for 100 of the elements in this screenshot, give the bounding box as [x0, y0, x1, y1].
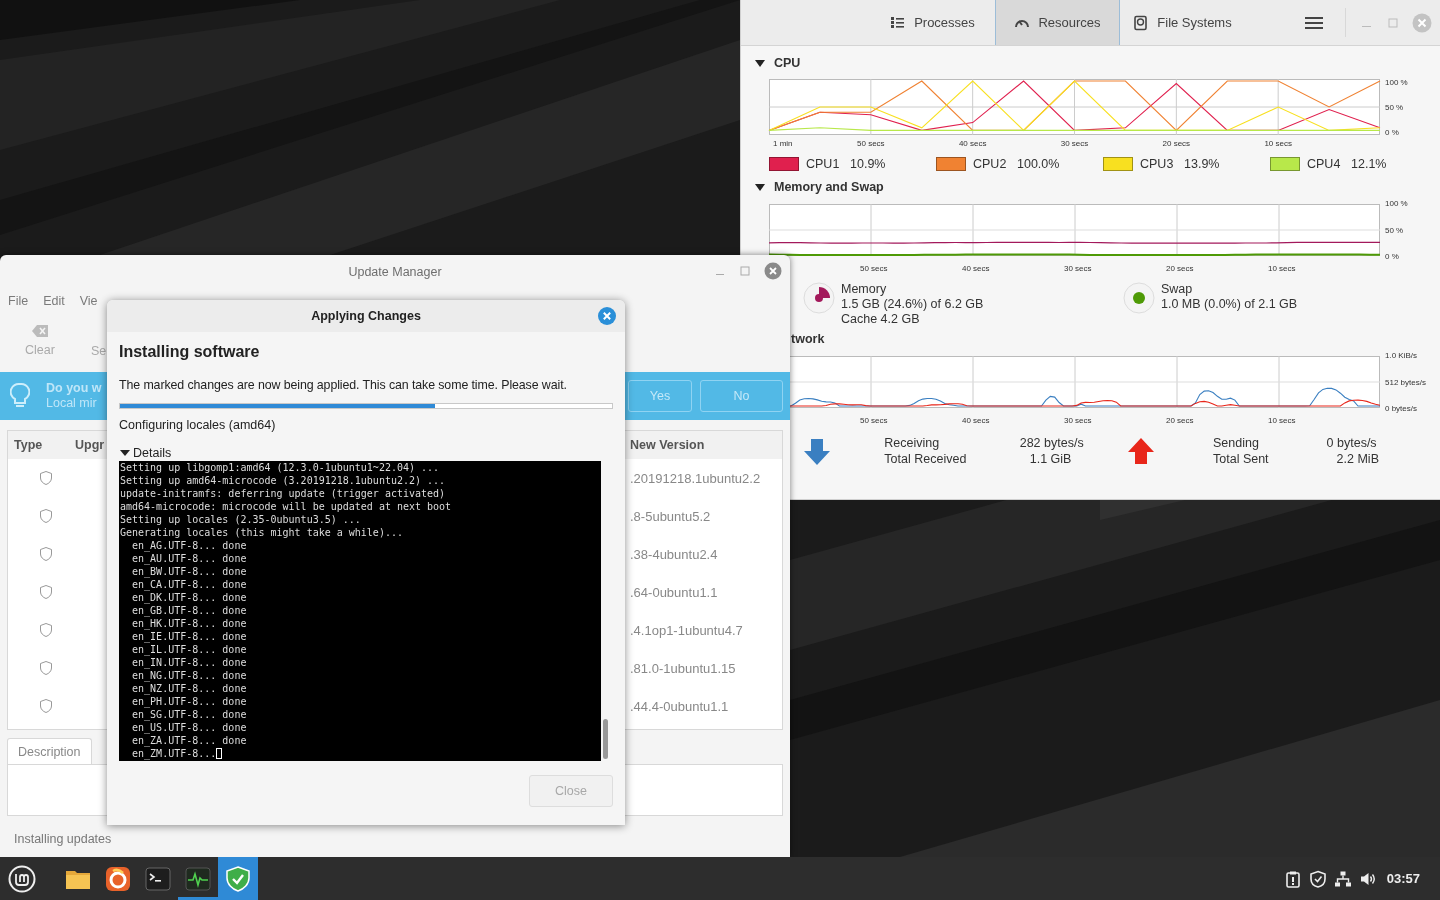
network-icon[interactable] — [1333, 869, 1352, 888]
axis-label: 20 secs — [1162, 139, 1191, 148]
dialog-message: The marked changes are now being applied. This can take some time. Please wait. — [119, 378, 568, 392]
menu-item[interactable]: Vie — [79, 294, 98, 308]
expander-icon — [119, 447, 131, 458]
column-header[interactable]: Upgr — [75, 438, 105, 452]
network-value: 0 bytes/s — [1326, 435, 1378, 451]
axis-label: 0 bytes/s — [1385, 404, 1418, 413]
network-label: Total Received — [884, 451, 968, 467]
menu-item[interactable]: Edit — [43, 294, 65, 308]
progress-status: Configuring locales (amd64) — [119, 418, 277, 432]
version-cell: .81.0-1ubuntu1.15 — [630, 660, 736, 676]
axis-label: 50 % — [1385, 103, 1404, 112]
axis-label: 30 secs — [1064, 264, 1092, 273]
color-swatch[interactable] — [769, 157, 799, 171]
clipboard-icon[interactable] — [1283, 869, 1302, 888]
axis-label: 40 secs — [962, 416, 990, 425]
color-swatch[interactable] — [936, 157, 966, 171]
dialog-heading: Installing software — [119, 343, 261, 362]
menu-icon — [1305, 15, 1323, 30]
info-subtitle: Local mir — [46, 396, 98, 411]
shield-icon — [40, 547, 52, 561]
shield-icon — [40, 471, 52, 485]
column-header[interactable]: New Version — [630, 438, 705, 452]
section-title: CPU — [774, 56, 801, 70]
resource-name: Memory — [841, 282, 888, 297]
axis-label: 10 secs — [1268, 264, 1296, 273]
version-cell: .8-5ubuntu5.2 — [630, 508, 711, 524]
axis-label: 50 secs — [860, 264, 888, 273]
cpu-name: CPU1 — [806, 157, 841, 171]
tab[interactable]: Description — [7, 738, 92, 764]
menu-item[interactable]: File — [8, 294, 29, 308]
cpu-usage: 12.1% — [1351, 157, 1387, 171]
expander-icon[interactable] — [755, 182, 765, 192]
details-expander[interactable]: Details — [119, 445, 172, 460]
network-value: 1.1 GiB — [1028, 451, 1073, 467]
cpu-name: CPU3 — [1140, 157, 1175, 171]
lightbulb-icon — [10, 382, 30, 410]
version-cell: .44.4-0ubuntu1.1 — [630, 698, 729, 714]
network-value: 2.2 MiB — [1335, 451, 1380, 467]
axis-label: 512 bytes/s — [1385, 377, 1426, 387]
axis-label: 20 secs — [1166, 264, 1194, 273]
version-cell: .4.1op1-1ubuntu4.7 — [630, 622, 743, 638]
shield-icon — [224, 864, 252, 893]
terminal-output: Setting up libgomp1:amd64 (12.3.0-1ubuntu1~22.04) ... Setting up amd64-microcode (3.20191218.1ubuntu2.2) ... update-initramfs: deferring update (trigger activated) amd64-microcode: microcode will be updated at next boot Setting up locales (2.35-0ubuntu3.5) ... Generating locales (this might take a while)... en_AG.UTF-8... done en_AU.UTF-8... done en_BW.UTF-8... done en_CA.UTF-8... done en_DK.UTF-8... done en_GB.UTF-8... done en_HK.UTF-8... done en_IE.UTF-8... done en_IL.UTF-8... done en_IN.UTF-8... done en_NG.UTF-8... done en_NZ.UTF-8... done en_PH.UTF-8... done en_SG.UTF-8... done en_US.UTF-8... done en_ZA.UTF-8... done en_ZM.UTF-8... — [119, 461, 601, 761]
cpu-usage: 10.9% — [850, 157, 886, 171]
axis-label: 40 secs — [962, 264, 990, 273]
terminal-icon — [144, 864, 172, 893]
cpu-name: CPU2 — [973, 157, 1008, 171]
axis-label: 20 secs — [1166, 416, 1194, 425]
shield-icon — [40, 661, 52, 675]
status-text: Installing updates — [14, 832, 113, 846]
axis-label: 50 secs — [860, 416, 888, 425]
axis-label: 1 min — [773, 139, 793, 148]
network-label: Receiving — [884, 435, 941, 451]
resource-value: 1.5 GB (24.6%) of 6.2 GB — [841, 297, 984, 312]
axis-label: 40 secs — [958, 139, 987, 148]
axis-label: 30 secs — [1060, 139, 1089, 148]
shield-icon — [40, 585, 52, 599]
axis-label: 50 % — [1385, 225, 1405, 235]
close-icon[interactable] — [598, 307, 616, 325]
network-label: Total Sent — [1213, 451, 1270, 467]
axis-label: 100 % — [1385, 199, 1408, 208]
version-cell: .20191218.1ubuntu2.2 — [630, 470, 761, 486]
version-cell: .38-4ubuntu2.4 — [630, 546, 718, 562]
cpu-name: CPU4 — [1307, 157, 1342, 171]
close-icon[interactable] — [764, 262, 782, 280]
info-title: Do you w — [46, 381, 102, 396]
shield-icon — [40, 699, 52, 713]
cpu-usage: 13.9% — [1184, 157, 1220, 171]
toolbar-button[interactable]: Clear — [7, 318, 73, 364]
shield-icon — [40, 509, 52, 523]
expander-icon[interactable] — [755, 58, 765, 68]
dialog-title: Applying Changes — [311, 309, 421, 323]
axis-label: 1.0 KiB/s — [1385, 351, 1418, 360]
toolbar-button[interactable]: Se — [91, 318, 107, 364]
resource-name: Swap — [1161, 282, 1194, 297]
tab[interactable]: Processes — [870, 0, 995, 45]
network-label: Sending — [1213, 435, 1260, 451]
resource-value: Cache 4.2 GB — [841, 312, 921, 327]
close-icon[interactable] — [1412, 12, 1432, 33]
browser-icon — [104, 864, 132, 893]
axis-label: 30 secs — [1064, 416, 1092, 425]
window-title: Update Manager — [348, 264, 442, 279]
color-swatch[interactable] — [1270, 157, 1300, 171]
network-value: 282 bytes/s — [1019, 435, 1085, 451]
version-cell: .64-0ubuntu1.1 — [630, 584, 718, 600]
activity-monitor-icon — [184, 864, 212, 893]
resource-value: 1.0 MB (0.0%) of 2.1 GB — [1161, 297, 1298, 312]
column-header[interactable]: Type — [14, 438, 43, 452]
axis-label: 0 % — [1385, 128, 1399, 137]
section-title: twork — [791, 332, 825, 346]
tab[interactable]: File Systems — [1120, 0, 1245, 45]
clock[interactable]: 03:57 — [1386, 871, 1420, 886]
backspace-icon — [31, 324, 49, 338]
color-swatch[interactable] — [1103, 157, 1133, 171]
shield-icon[interactable] — [1308, 869, 1327, 888]
section-title: Memory and Swap — [774, 180, 884, 194]
tab[interactable]: Resources — [995, 0, 1120, 45]
axis-label: 10 secs — [1268, 416, 1296, 425]
